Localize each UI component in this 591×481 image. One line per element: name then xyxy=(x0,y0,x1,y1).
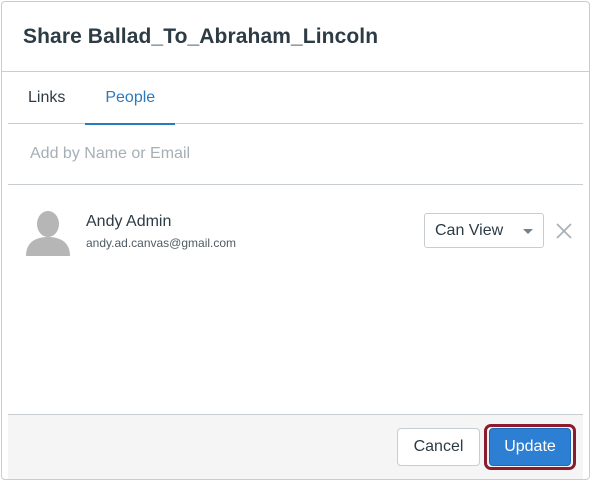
tab-people[interactable]: People xyxy=(85,72,176,125)
share-dialog: Share Ballad_To_Abraham_Lincoln Links Pe… xyxy=(1,1,590,480)
permission-value: Can View xyxy=(435,221,504,239)
add-by-name-or-email-input[interactable] xyxy=(8,124,583,185)
share-tabs: Links People xyxy=(8,72,583,125)
user-silhouette-icon xyxy=(24,206,72,256)
dialog-footer: Cancel Update xyxy=(8,414,583,479)
caret-down-icon xyxy=(523,229,533,234)
person-email: andy.ad.canvas@gmail.com xyxy=(86,236,237,250)
permission-select[interactable]: Can View xyxy=(424,213,544,248)
dialog-header: Share Ballad_To_Abraham_Lincoln xyxy=(2,2,589,72)
close-x-icon xyxy=(556,223,572,239)
update-button[interactable]: Update xyxy=(489,428,571,466)
cancel-button[interactable]: Cancel xyxy=(397,428,480,466)
remove-person-button[interactable] xyxy=(554,221,574,241)
person-name: Andy Admin xyxy=(86,213,172,230)
person-row: Andy Admin andy.ad.canvas@gmail.com Can … xyxy=(24,202,575,262)
tab-links[interactable]: Links xyxy=(8,72,85,124)
dialog-title: Share Ballad_To_Abraham_Lincoln xyxy=(23,24,379,48)
